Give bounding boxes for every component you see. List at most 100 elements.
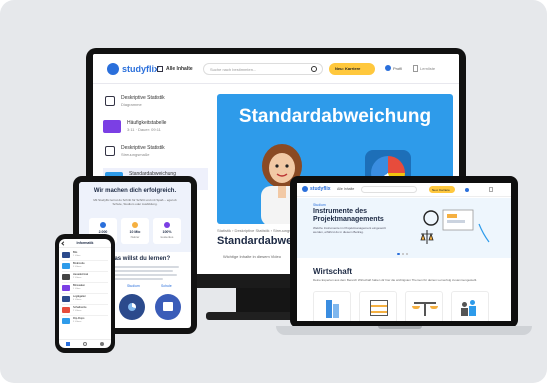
content-snippet: Wichtige Inhalte in diesem Video — [223, 254, 281, 259]
list-item-title: Logikgatter — [73, 295, 86, 298]
list-item-title: Schaltnetze — [73, 306, 87, 309]
carousel-dot[interactable] — [402, 253, 404, 255]
brand-name: studyflix — [122, 64, 160, 74]
background-panel: studyflix Alle Inhalte Suche nach bestim… — [0, 0, 547, 383]
list-item[interactable]: Bitmasken 1 Video — [62, 283, 108, 294]
user-icon — [385, 65, 391, 71]
bookmark-icon[interactable] — [489, 187, 493, 192]
breadcrumb: Statistik › Deskriptive Statistik › Stre… — [217, 228, 302, 233]
bookmark-label: Lernliste — [420, 66, 436, 71]
sidebar-item-title: Häufigkeitstabelle — [127, 120, 167, 126]
carousel-dots[interactable] — [397, 253, 408, 255]
section-subtitle: Deine Experten aus dem Bereich Wirtschaf… — [313, 278, 478, 282]
logo-icon — [302, 186, 308, 192]
stat-icon — [132, 222, 138, 228]
career-button[interactable]: Neu: Karriere — [429, 186, 455, 193]
bookmark-icon — [413, 65, 418, 72]
sidebar-item-subtitle: 3:11 · Dauer: 09:11 — [127, 127, 161, 132]
hero-title-line2: Projektmanagements — [313, 216, 384, 223]
laptop-logo[interactable]: studyflix — [302, 186, 331, 192]
list-item-title: Flip-Flops — [73, 317, 85, 320]
search-input[interactable] — [361, 186, 417, 193]
project-tools-illustration — [420, 209, 490, 244]
topic-card[interactable] — [359, 291, 397, 321]
logo-icon — [107, 63, 119, 75]
buildings-icon — [326, 300, 332, 318]
stat-label: Nutzer — [130, 235, 140, 239]
phone-screen: Informatik Bits 1 Video Binärcode 3 Vide… — [59, 239, 111, 348]
career-button-label: Neu: Karriere — [432, 187, 450, 192]
carousel-dot[interactable] — [406, 253, 408, 255]
search-placeholder: Suche nach bestimmten... — [210, 67, 257, 72]
profile-menu[interactable]: Profil — [385, 65, 402, 71]
desktop-logo[interactable]: studyflix — [107, 63, 159, 75]
sidebar-item[interactable]: Deskriptive Statistik Streuungsmaße — [103, 143, 208, 165]
list-item[interactable]: Flip-Flops 3 Videos — [62, 316, 108, 327]
list-item-subtitle: 4 Videos — [73, 299, 82, 301]
list-item-subtitle: 2 Videos — [73, 310, 82, 312]
phone-list: Bits 1 Video Binärcode 3 Videos Hexadezi… — [62, 250, 108, 327]
video-thumbnail — [62, 285, 70, 291]
sidebar-item[interactable]: Deskriptive Statistik Diagramme — [103, 93, 208, 115]
sidebar-item-subtitle: Streuungsmaße — [121, 152, 150, 157]
video-thumbnail — [62, 307, 70, 313]
sidebar-item-subtitle: Diagramme — [121, 102, 142, 107]
stat-card: 100% kostenlos — [153, 218, 181, 244]
chart-icon — [128, 303, 136, 311]
list-item[interactable]: Schaltnetze 2 Videos — [62, 305, 108, 316]
list-item-subtitle: 2 Videos — [73, 277, 82, 279]
people-icon — [462, 302, 467, 307]
folder-icon — [105, 146, 115, 156]
profile-label: Profil — [393, 65, 403, 71]
topic-card[interactable] — [451, 291, 489, 321]
career-button-label: Neu: Karriere — [335, 66, 361, 71]
list-item-subtitle: 1 Video — [73, 255, 81, 257]
folder-icon — [105, 96, 115, 106]
list-item-subtitle: 1 Video — [73, 288, 81, 290]
stat-icon — [100, 222, 106, 228]
video-thumbnail — [62, 263, 70, 269]
video-thumbnail — [62, 318, 70, 324]
hero-kicker: Studium — [313, 203, 326, 207]
laptop-hero: Studium Instrumente des Projektmanagemen… — [297, 198, 511, 258]
stat-value: 100% — [162, 230, 172, 234]
bookmark-link[interactable]: Lernliste — [413, 65, 435, 72]
user-icon[interactable] — [100, 342, 105, 346]
all-content-menu[interactable]: Alle Inhalte — [157, 66, 193, 72]
list-item[interactable]: Binärcode 3 Videos — [62, 261, 108, 272]
list-item[interactable]: Hexadezimal 2 Videos — [62, 272, 108, 283]
book-icon — [163, 302, 173, 311]
laptop-screen: studyflix Alle Inhalte Neu: Karriere Stu… — [297, 183, 511, 321]
carousel-dot[interactable] — [397, 253, 400, 255]
all-content-menu[interactable]: Alle Inhalte — [337, 187, 354, 191]
career-button[interactable]: Neu: Karriere — [329, 63, 375, 75]
list-item[interactable]: Logikgatter 4 Videos — [62, 294, 108, 305]
sidebar-item[interactable]: Häufigkeitstabelle 3:11 · Dauer: 09:11 — [103, 118, 208, 140]
search-icon[interactable] — [82, 342, 87, 346]
topic-card[interactable] — [405, 291, 443, 321]
tablet-headline: Wir machen dich erfolgreich. — [93, 188, 177, 194]
hero-title-line1: Instrumente des — [313, 208, 368, 215]
topic-card[interactable] — [313, 291, 351, 321]
tablet-intro-text: Mit Studyflix lernst du Schritt für Schr… — [93, 198, 177, 206]
phone-title: Informatik — [76, 241, 94, 245]
user-icon[interactable] — [465, 188, 469, 192]
list-item-title: Binärcode — [73, 262, 85, 265]
home-icon[interactable] — [65, 342, 70, 346]
shelf-icon — [370, 300, 388, 316]
tab-schule[interactable]: Schule — [161, 284, 172, 288]
stat-label: kostenlos — [160, 235, 174, 239]
list-item-subtitle: 3 Videos — [73, 321, 82, 323]
video-thumbnail — [103, 120, 121, 133]
tab-studium[interactable]: Studium — [127, 284, 140, 288]
desktop-navbar: studyflix Alle Inhalte Suche nach bestim… — [93, 54, 459, 84]
video-thumbnail — [62, 252, 70, 258]
stat-icon — [164, 222, 170, 228]
brand-name: studyflix — [310, 186, 331, 192]
sidebar-item-title: Deskriptive Statistik — [121, 145, 165, 151]
search-input[interactable]: Suche nach bestimmten... — [203, 63, 323, 75]
list-item-title: Bits — [73, 251, 78, 254]
grid-icon — [157, 66, 163, 72]
list-item[interactable]: Bits 1 Video — [62, 250, 108, 261]
list-item-subtitle: 3 Videos — [73, 266, 82, 268]
